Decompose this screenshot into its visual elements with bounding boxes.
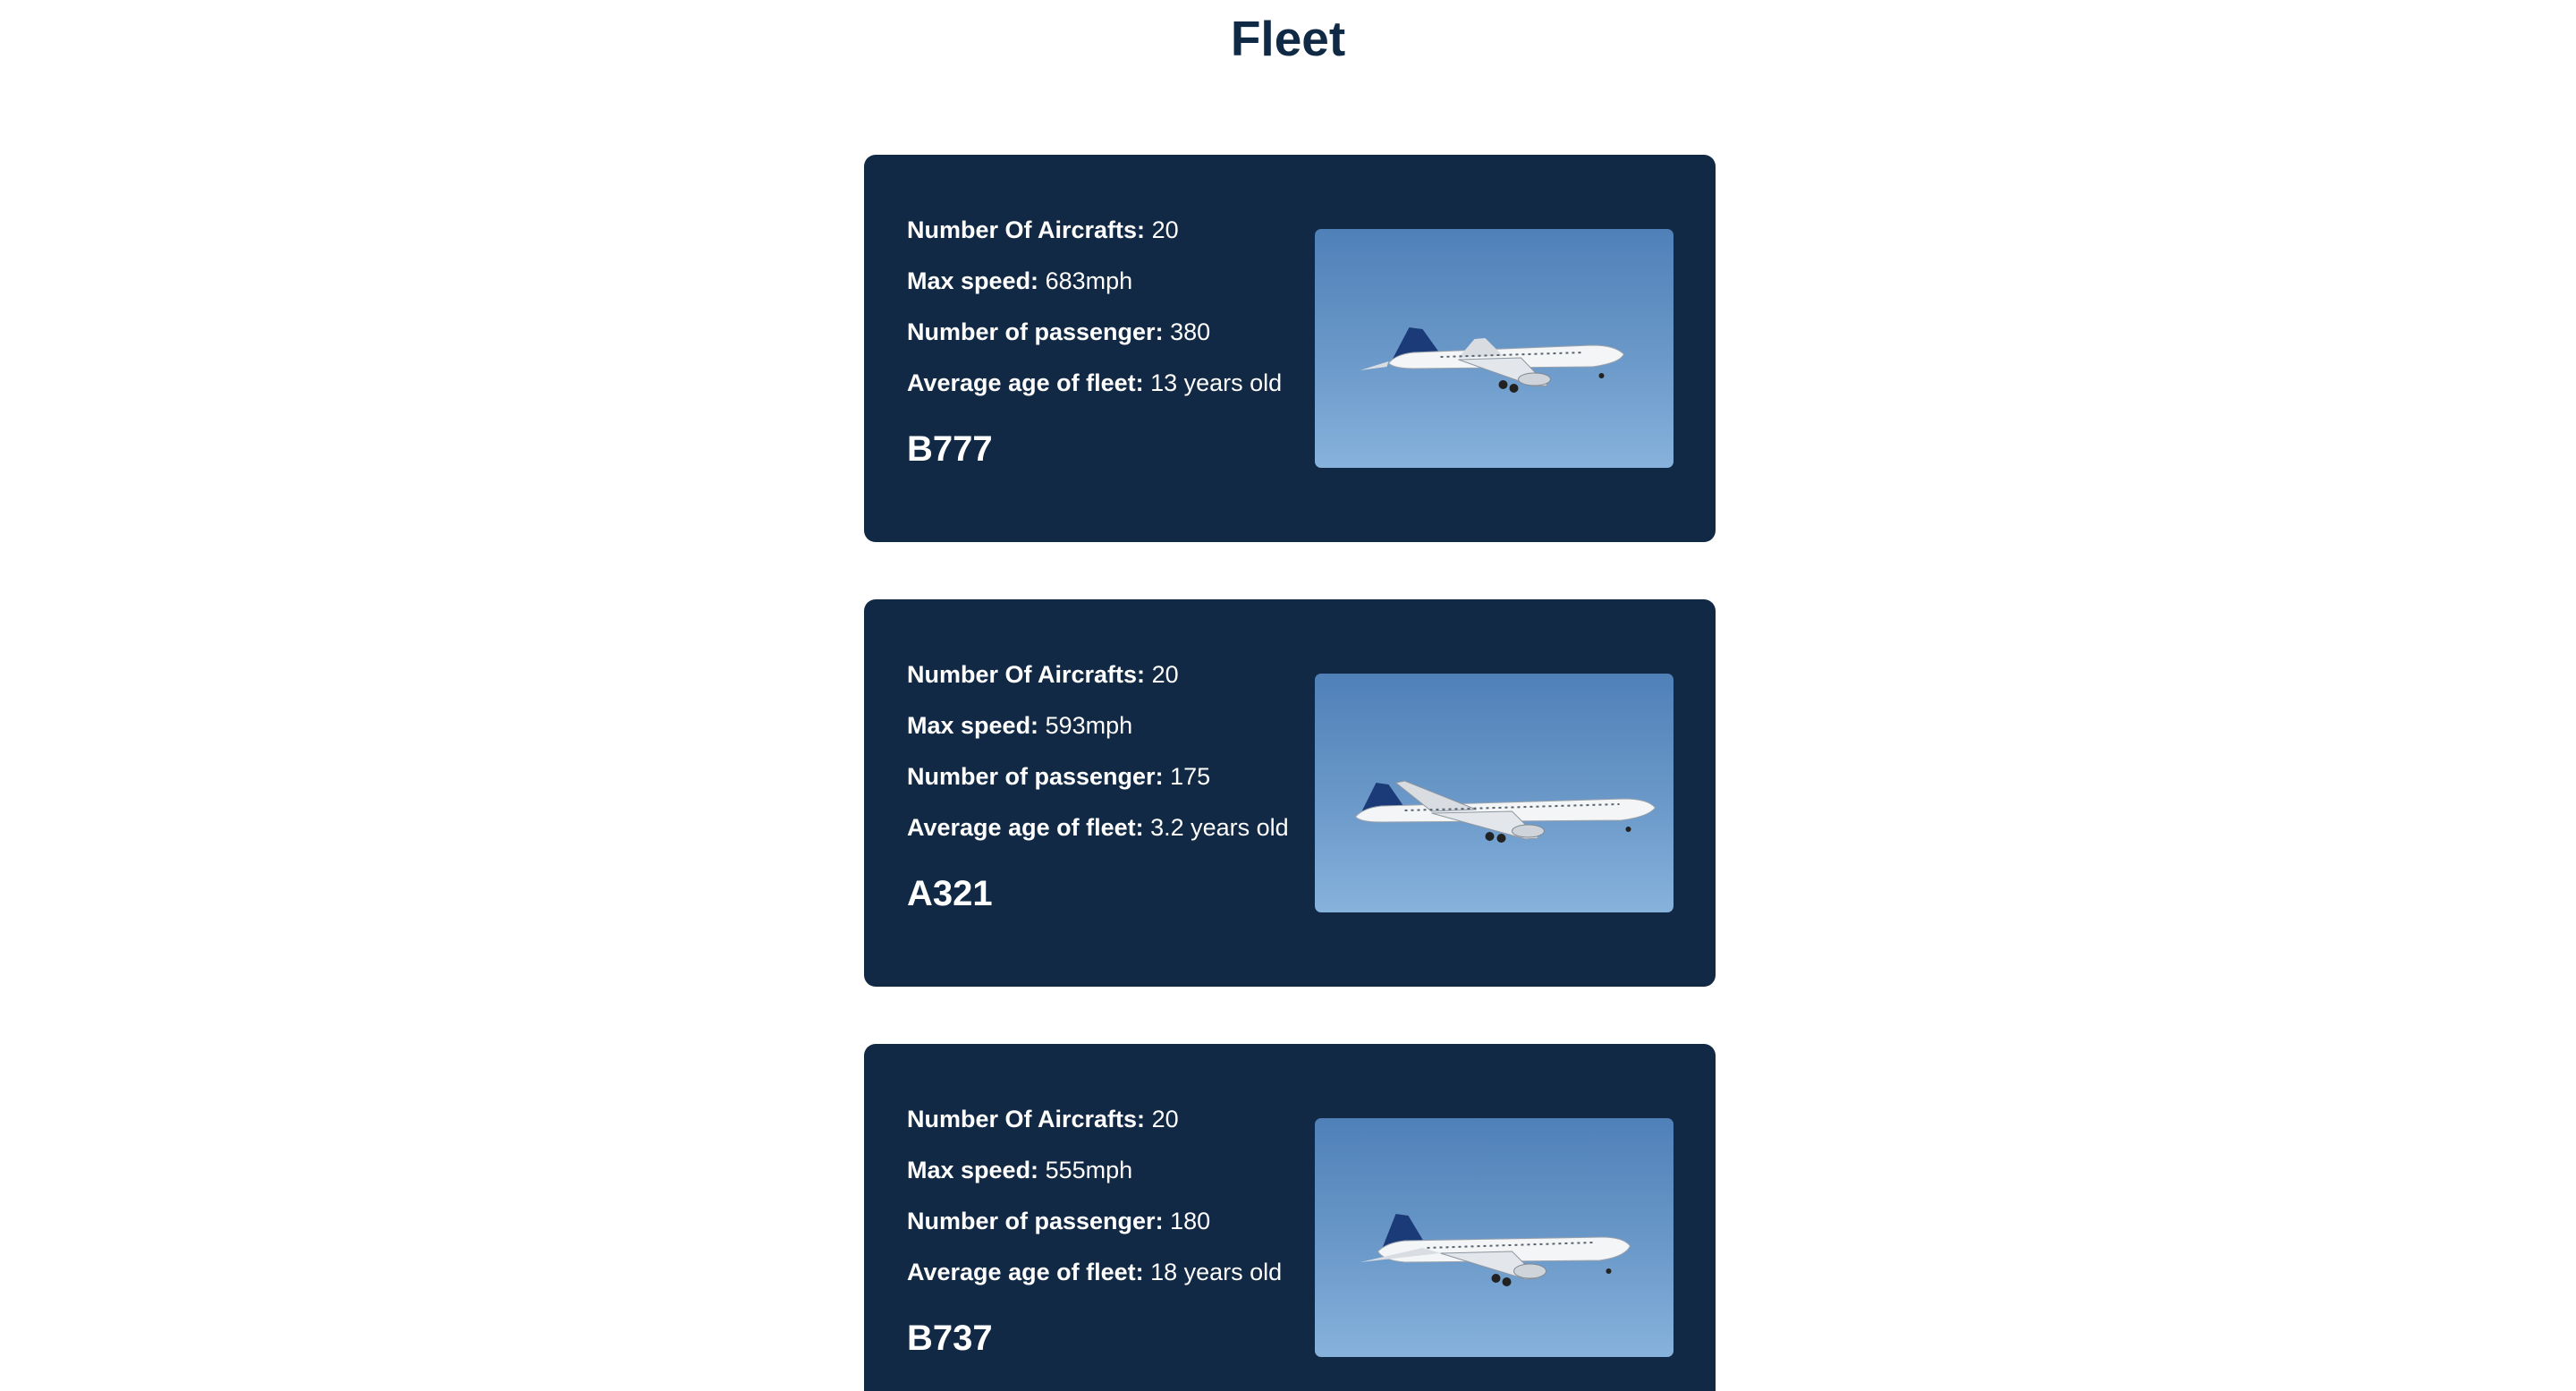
fleet-stats: Number Of Aircrafts: 20 Max speed: 683mp… <box>907 216 1318 471</box>
stat-aircraft-count: Number Of Aircrafts: 20 <box>907 660 1318 711</box>
stat-value: 13 years old <box>1150 369 1283 396</box>
stat-value: 180 <box>1170 1208 1211 1234</box>
fleet-card-a321: Number Of Aircrafts: 20 Max speed: 593mp… <box>864 599 1716 987</box>
fleet-page: Fleet Number Of Aircrafts: 20 Max speed:… <box>0 0 2576 1391</box>
stat-aircraft-count: Number Of Aircrafts: 20 <box>907 1105 1318 1156</box>
stat-max-speed: Max speed: 555mph <box>907 1156 1318 1207</box>
stat-label: Max speed: <box>907 1157 1039 1183</box>
stat-max-speed: Max speed: 683mph <box>907 267 1318 318</box>
airplane-photo <box>1315 1118 1674 1357</box>
stat-value: 555mph <box>1045 1157 1133 1183</box>
airplane-icon <box>1360 327 1625 393</box>
stat-label: Number of passenger: <box>907 318 1164 345</box>
stat-aircraft-count: Number Of Aircrafts: 20 <box>907 216 1318 267</box>
aircraft-model: B737 <box>907 1319 993 1358</box>
stat-label: Average age of fleet: <box>907 369 1144 396</box>
page-title: Fleet <box>1230 11 1346 66</box>
stat-max-speed: Max speed: 593mph <box>907 711 1318 762</box>
stat-value: 20 <box>1151 661 1179 688</box>
stat-label: Average age of fleet: <box>907 814 1144 841</box>
airplane-photo <box>1315 229 1674 468</box>
stat-label: Number Of Aircrafts: <box>907 1106 1146 1132</box>
aircraft-model: A321 <box>907 874 993 913</box>
stat-value: 380 <box>1170 318 1211 345</box>
stat-passengers: Number of passenger: 380 <box>907 318 1318 369</box>
stat-value: 18 years old <box>1150 1259 1283 1285</box>
stat-value: 20 <box>1151 1106 1179 1132</box>
fleet-card-b737: Number Of Aircrafts: 20 Max speed: 555mp… <box>864 1044 1716 1391</box>
aircraft-model: B777 <box>907 429 993 469</box>
airplane-icon <box>1354 780 1657 843</box>
stat-value: 3.2 years old <box>1150 814 1289 841</box>
stat-value: 20 <box>1151 216 1179 243</box>
stat-value: 683mph <box>1045 267 1133 294</box>
stat-passengers: Number of passenger: 175 <box>907 762 1318 813</box>
stat-label: Number of passenger: <box>907 1208 1164 1234</box>
stat-value: 175 <box>1170 763 1211 790</box>
stat-label: Max speed: <box>907 267 1039 294</box>
airplane-icon <box>1360 1214 1631 1286</box>
stat-label: Number Of Aircrafts: <box>907 216 1146 243</box>
stat-average-age: Average age of fleet: 3.2 years old <box>907 813 1318 864</box>
stat-average-age: Average age of fleet: 13 years old <box>907 369 1318 420</box>
stat-passengers: Number of passenger: 180 <box>907 1207 1318 1258</box>
stat-value: 593mph <box>1045 712 1133 739</box>
stat-label: Average age of fleet: <box>907 1259 1144 1285</box>
stat-average-age: Average age of fleet: 18 years old <box>907 1258 1318 1309</box>
fleet-stats: Number Of Aircrafts: 20 Max speed: 593mp… <box>907 660 1318 916</box>
stat-label: Number Of Aircrafts: <box>907 661 1146 688</box>
fleet-stats: Number Of Aircrafts: 20 Max speed: 555mp… <box>907 1105 1318 1361</box>
stat-label: Max speed: <box>907 712 1039 739</box>
fleet-card-b777: Number Of Aircrafts: 20 Max speed: 683mp… <box>864 155 1716 542</box>
airplane-photo <box>1315 674 1674 912</box>
stat-label: Number of passenger: <box>907 763 1164 790</box>
